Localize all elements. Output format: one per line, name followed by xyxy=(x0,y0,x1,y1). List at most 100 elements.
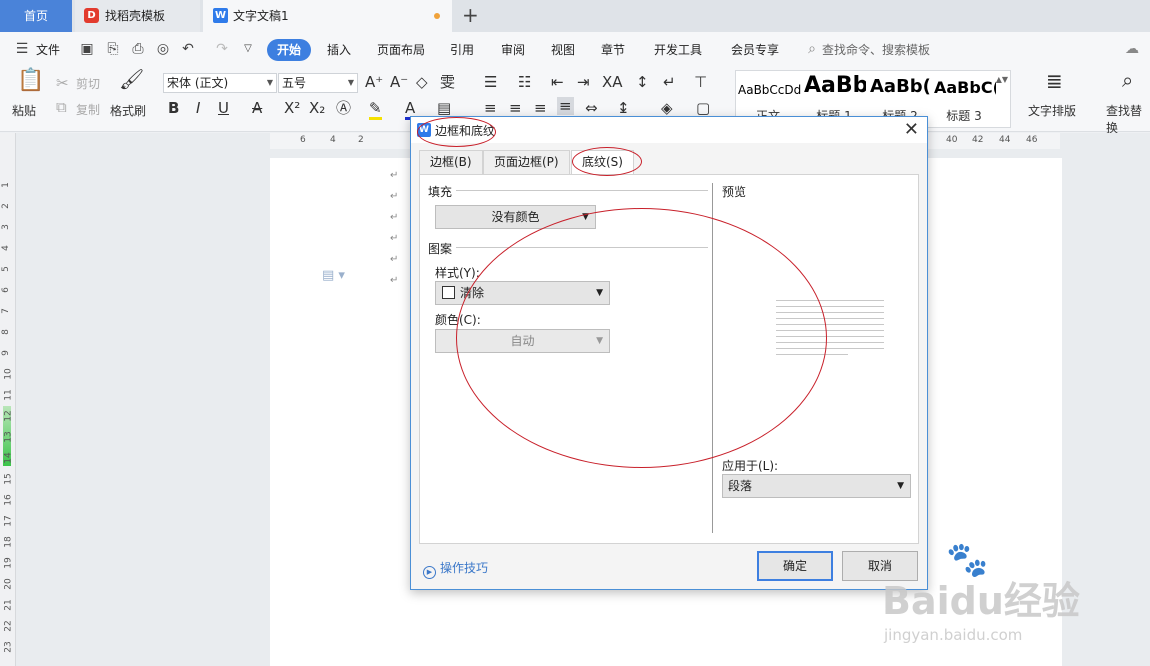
subscript-icon[interactable]: X₂ xyxy=(309,99,325,117)
text-layout-icon[interactable]: ≣ xyxy=(1046,71,1063,91)
ruler-number: 42 xyxy=(972,135,984,145)
vertical-ruler[interactable]: 1 2 3 4 5 6 7 8 9 10 11 12 13 14 15 16 1… xyxy=(0,133,16,666)
styles-scroll-icon[interactable]: ▲▼ xyxy=(996,75,1008,84)
tab-template[interactable]: D 找稻壳模板 xyxy=(75,0,200,32)
tab-shading[interactable]: 底纹(S) xyxy=(571,150,634,175)
menu-vip[interactable]: 会员专享 xyxy=(731,41,779,58)
tab-home[interactable]: 首页 xyxy=(0,0,72,32)
divider xyxy=(456,190,708,191)
tab-document-label: 文字文稿1 xyxy=(233,9,289,23)
grow-font-icon[interactable]: A⁺ xyxy=(365,73,383,91)
more-chevron-icon[interactable]: ▽ xyxy=(240,41,256,57)
menu-developer[interactable]: 开发工具 xyxy=(654,41,702,58)
tab-borders[interactable]: 边框(B) xyxy=(419,150,483,174)
align-center-icon[interactable]: ≡ xyxy=(509,99,522,117)
pattern-color-dropdown[interactable]: 自动 ▼ xyxy=(435,329,610,353)
print-preview-icon[interactable]: ◎ xyxy=(155,41,171,57)
menu-start[interactable]: 开始 xyxy=(267,39,311,61)
text-layout-button[interactable]: 文字排版 xyxy=(1028,102,1076,119)
superscript-icon[interactable]: X² xyxy=(284,99,300,117)
bold-icon[interactable]: B xyxy=(168,99,179,117)
line-spacing-icon[interactable]: ↨ xyxy=(617,99,630,117)
borders-icon[interactable]: ▢ xyxy=(696,99,710,117)
ruler-number: 9 xyxy=(0,350,11,356)
paste-button[interactable]: 粘贴 xyxy=(12,102,36,119)
fill-color-value: 没有颜色 xyxy=(491,210,540,224)
chinese-layout-icon[interactable]: ⅩA xyxy=(602,73,623,91)
menu-layout[interactable]: 页面布局 xyxy=(377,41,425,58)
style-heading3[interactable]: AaBbC( 标题 3 xyxy=(932,71,996,127)
tab-page-border[interactable]: 页面边框(P) xyxy=(483,150,570,174)
line-break-icon[interactable]: ↵ xyxy=(663,73,676,91)
paragraph-handle-icon[interactable]: ▤ ▾ xyxy=(322,268,345,283)
decrease-indent-icon[interactable]: ⇤ xyxy=(551,73,564,91)
pattern-label: 图案 xyxy=(428,242,453,256)
font-size-select[interactable]: 五号 ▼ xyxy=(278,73,358,93)
hamburger-icon[interactable]: ☰ xyxy=(14,41,30,57)
font-name-select[interactable]: 宋体 (正文) ▼ xyxy=(163,73,277,93)
numbering-icon[interactable]: ☷ xyxy=(518,73,531,91)
style-heading3-sample: AaBbC( xyxy=(934,78,996,97)
menu-file[interactable]: 文件 xyxy=(36,41,60,58)
undo-icon[interactable]: ↶ xyxy=(180,41,196,57)
pattern-style-dropdown[interactable]: 清除 ▼ xyxy=(435,281,610,305)
ruler-number: 15 xyxy=(3,473,14,485)
cloud-icon[interactable]: ☁ xyxy=(1124,41,1140,57)
justify-icon[interactable]: ≡ xyxy=(557,97,574,115)
ruler-number: 19 xyxy=(3,557,14,569)
ruler-number: 22 xyxy=(3,620,14,632)
shrink-font-icon[interactable]: A⁻ xyxy=(390,73,408,91)
bullets-icon[interactable]: ☰ xyxy=(484,73,497,91)
redo-icon[interactable]: ↷ xyxy=(214,41,230,57)
ruler-number: 8 xyxy=(0,329,11,335)
copy-icon[interactable]: ⧉ xyxy=(56,98,67,116)
tab-template-label: 找稻壳模板 xyxy=(105,9,166,23)
phonetic-icon[interactable]: 雯 xyxy=(440,73,455,91)
find-replace-button[interactable]: 查找替换 xyxy=(1106,102,1150,136)
apply-to-dropdown[interactable]: 段落 ▼ xyxy=(722,474,911,498)
find-icon[interactable]: ⌕ xyxy=(1122,70,1133,90)
highlight-icon[interactable]: ✎ xyxy=(369,99,382,120)
menu-review[interactable]: 审阅 xyxy=(501,41,525,58)
command-search[interactable]: 查找命令、搜索模板 xyxy=(822,41,930,58)
menu-view[interactable]: 视图 xyxy=(551,41,575,58)
menu-insert[interactable]: 插入 xyxy=(327,41,351,58)
underline-icon[interactable]: U xyxy=(218,99,229,117)
text-effect-icon[interactable]: Ⓐ xyxy=(336,99,351,117)
align-right-icon[interactable]: ≡ xyxy=(534,99,547,117)
cut-button[interactable]: 剪切 xyxy=(76,75,100,92)
format-painter-icon[interactable]: 🖌 xyxy=(119,69,144,89)
paste-icon[interactable]: 📋 xyxy=(17,70,44,92)
copy-button[interactable]: 复制 xyxy=(76,101,100,118)
menu-chapter[interactable]: 章节 xyxy=(601,41,625,58)
dialog-titlebar[interactable]: W 边框和底纹 ✕ xyxy=(411,117,927,143)
tab-stop-icon[interactable]: ⊤ xyxy=(694,73,707,91)
strikethrough-icon[interactable]: A xyxy=(252,99,262,117)
pattern-style-value: 清除 xyxy=(460,286,485,300)
format-painter-button[interactable]: 格式刷 xyxy=(110,102,146,119)
divider xyxy=(456,247,708,248)
ruler-number: 3 xyxy=(0,224,11,230)
new-tab-button[interactable]: + xyxy=(462,3,479,27)
clear-format-icon[interactable]: ◇ xyxy=(416,73,428,91)
close-icon[interactable]: ✕ xyxy=(904,119,919,140)
ok-button[interactable]: 确定 xyxy=(757,551,833,581)
scissors-icon[interactable]: ✂ xyxy=(56,74,69,92)
shading-icon[interactable]: ◈ xyxy=(661,99,673,117)
save-icon[interactable]: ▣ xyxy=(79,41,95,57)
sort-icon[interactable]: ↕ xyxy=(636,73,649,91)
ruler-number: 7 xyxy=(0,308,11,314)
pattern-swatch xyxy=(442,286,455,299)
print-icon[interactable]: ⎙ xyxy=(130,41,146,57)
char-border-icon[interactable]: ▤ xyxy=(437,99,451,117)
distribute-icon[interactable]: ⇔ xyxy=(585,99,598,117)
export-icon[interactable]: ⎘ xyxy=(105,41,121,57)
tips-link[interactable]: ▶ 操作技巧 xyxy=(423,559,488,579)
increase-indent-icon[interactable]: ⇥ xyxy=(577,73,590,91)
tab-document[interactable]: W 文字文稿1 xyxy=(203,0,452,32)
italic-icon[interactable]: I xyxy=(196,99,200,117)
fill-color-dropdown[interactable]: 没有颜色 ▼ xyxy=(435,205,596,229)
menu-references[interactable]: 引用 xyxy=(450,41,474,58)
ruler-number: 13 xyxy=(3,431,14,443)
align-left-icon[interactable]: ≡ xyxy=(484,99,497,117)
